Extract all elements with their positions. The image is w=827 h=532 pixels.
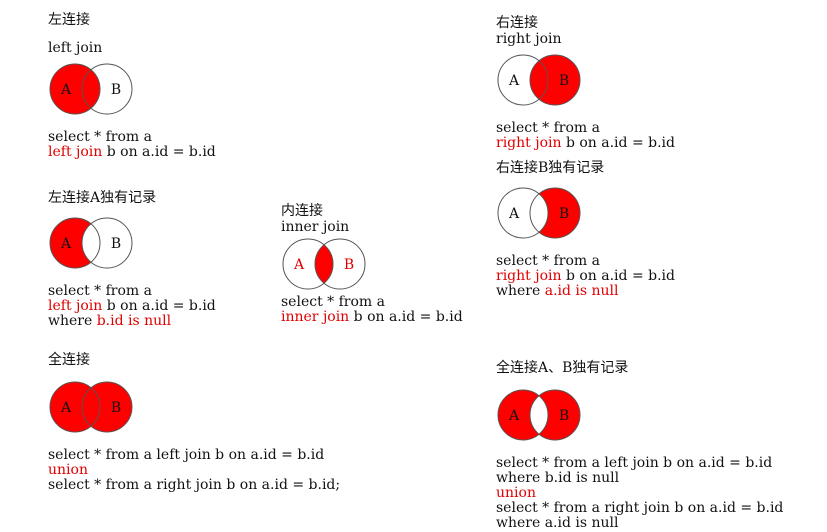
venn-diagram: AB	[48, 216, 216, 270]
venn-svg: AB	[49, 63, 133, 115]
sql-text: where	[496, 283, 545, 299]
panel-right-only: 右连接B独有记录 AB select * from a right join b …	[496, 160, 675, 299]
venn-diagram: AB	[281, 237, 463, 291]
sql-text: select * from a left join b on a.id = b.…	[48, 447, 325, 463]
sql-line: where b.id is null	[48, 314, 216, 329]
sql-block: select * from a left join b on a.id = b.…	[48, 448, 340, 493]
sql-line: left join b on a.id = b.id	[48, 145, 216, 160]
sql-text: where a.id is null	[496, 515, 619, 531]
sql-block: select * from a right join b on a.id = b.…	[496, 254, 675, 299]
venn-svg: AB	[49, 217, 133, 269]
panel-left-join: 左连接 left join AB select * from a left joi…	[48, 12, 216, 160]
venn-label-b: B	[344, 257, 354, 273]
venn-label-b: B	[559, 73, 569, 89]
sql-line: right join b on a.id = b.id	[496, 136, 675, 151]
sql-block: select * from a left join b on a.id = b.…	[496, 456, 783, 531]
panel-title: 全连接A、B独有记录	[496, 360, 629, 376]
panel-title: 左连接A独有记录	[48, 190, 157, 206]
venn-svg: AB	[497, 187, 581, 239]
sql-line: select * from a right join b on a.id = b…	[496, 501, 783, 516]
sql-block: select * from a right join b on a.id = b.…	[496, 121, 675, 151]
panel-title: 右连接	[496, 15, 538, 31]
venn-diagram: AB	[496, 186, 675, 240]
panel-subtitle: right join	[496, 31, 562, 47]
sql-text: b on a.id = b.id	[561, 268, 675, 284]
sql-text: b on a.id = b.id	[102, 298, 216, 314]
sql-keyword-highlight: a.id is null	[544, 283, 619, 299]
sql-text: select * from a	[48, 129, 152, 145]
sql-text: where b.id is null	[496, 470, 620, 486]
sql-line: where a.id is null	[496, 516, 783, 531]
sql-keyword-highlight: right join	[496, 135, 562, 151]
sql-text: select * from a	[48, 283, 152, 299]
panel-title: 内连接	[281, 203, 323, 219]
sql-text: select * from a right join b on a.id = b…	[48, 477, 341, 493]
venn-diagram: AB	[496, 388, 783, 442]
panel-full-only: 全连接A、B独有记录 AB select * from a left join …	[496, 360, 783, 531]
venn-label-b: B	[559, 206, 569, 222]
venn-label-a: A	[508, 206, 520, 222]
sql-line: left join b on a.id = b.id	[48, 299, 216, 314]
panel-title: 左连接	[48, 12, 90, 28]
sql-keyword-highlight: right join	[496, 268, 562, 284]
panel-inner-join: 内连接 inner join AB select * from a inner j…	[281, 203, 463, 325]
sql-text: select * from a left join b on a.id = b.…	[496, 455, 773, 471]
sql-line: select * from a	[281, 295, 463, 310]
venn-label-a: A	[508, 408, 520, 424]
panel-subtitle: left join	[48, 40, 103, 56]
sql-block: select * from a left join b on a.id = b.i…	[48, 284, 216, 329]
venn-svg: AB	[497, 389, 581, 441]
sql-keyword-highlight: b.id is null	[96, 313, 172, 329]
panel-right-join: 右连接 right join AB select * from a right j…	[496, 15, 675, 151]
venn-svg: AB	[49, 381, 133, 433]
venn-label-a: A	[293, 257, 305, 273]
venn-label-b: B	[559, 408, 569, 424]
sql-text: b on a.id = b.id	[349, 309, 463, 325]
sql-line: inner join b on a.id = b.id	[281, 310, 463, 325]
sql-keyword-highlight: union	[496, 485, 536, 501]
venn-label-a: A	[60, 82, 72, 98]
venn-label-b: B	[111, 82, 121, 98]
sql-line: union	[48, 463, 340, 478]
sql-keyword-highlight: left join	[48, 144, 103, 160]
sql-text: select * from a right join b on a.id = b…	[496, 500, 784, 516]
sql-text: select * from a	[496, 253, 600, 269]
sql-keyword-highlight: inner join	[281, 309, 350, 325]
sql-line: where b.id is null	[496, 471, 783, 486]
sql-line: select * from a right join b on a.id = b…	[48, 478, 340, 493]
sql-block: select * from a inner join b on a.id = b.…	[281, 295, 463, 325]
panel-subtitle: inner join	[281, 219, 350, 235]
venn-label-a: A	[508, 73, 520, 89]
sql-line: select * from a	[48, 130, 216, 145]
sql-line: select * from a	[48, 284, 216, 299]
sql-line: select * from a	[496, 121, 675, 136]
venn-label-a: A	[60, 400, 72, 416]
sql-keyword-highlight: union	[48, 462, 88, 478]
venn-diagram: AB	[496, 53, 675, 107]
sql-text: b on a.id = b.id	[102, 144, 216, 160]
venn-label-b: B	[111, 236, 121, 252]
sql-text: select * from a	[496, 120, 600, 136]
sql-keyword-highlight: left join	[48, 298, 103, 314]
panel-left-only: 左连接A独有记录 AB select * from a left join b o…	[48, 190, 216, 329]
sql-text: where	[48, 313, 97, 329]
venn-svg: AB	[282, 238, 366, 290]
venn-diagram: AB	[48, 380, 340, 434]
venn-label-b: B	[111, 400, 121, 416]
sql-block: select * from a left join b on a.id = b.i…	[48, 130, 216, 160]
sql-line: select * from a	[496, 254, 675, 269]
venn-label-a: A	[60, 236, 72, 252]
panel-title: 全连接	[48, 352, 90, 368]
sql-line: union	[496, 486, 783, 501]
panel-full-join: 全连接 AB select * from a left join b on a.…	[48, 352, 340, 493]
sql-line: select * from a left join b on a.id = b.…	[48, 448, 340, 463]
sql-text: select * from a	[281, 294, 385, 310]
sql-text: b on a.id = b.id	[561, 135, 675, 151]
panel-title: 右连接B独有记录	[496, 160, 605, 176]
venn-diagram: AB	[48, 62, 216, 116]
sql-line: right join b on a.id = b.id	[496, 269, 675, 284]
sql-line: select * from a left join b on a.id = b.…	[496, 456, 783, 471]
sql-line: where a.id is null	[496, 284, 675, 299]
venn-svg: AB	[497, 54, 581, 106]
